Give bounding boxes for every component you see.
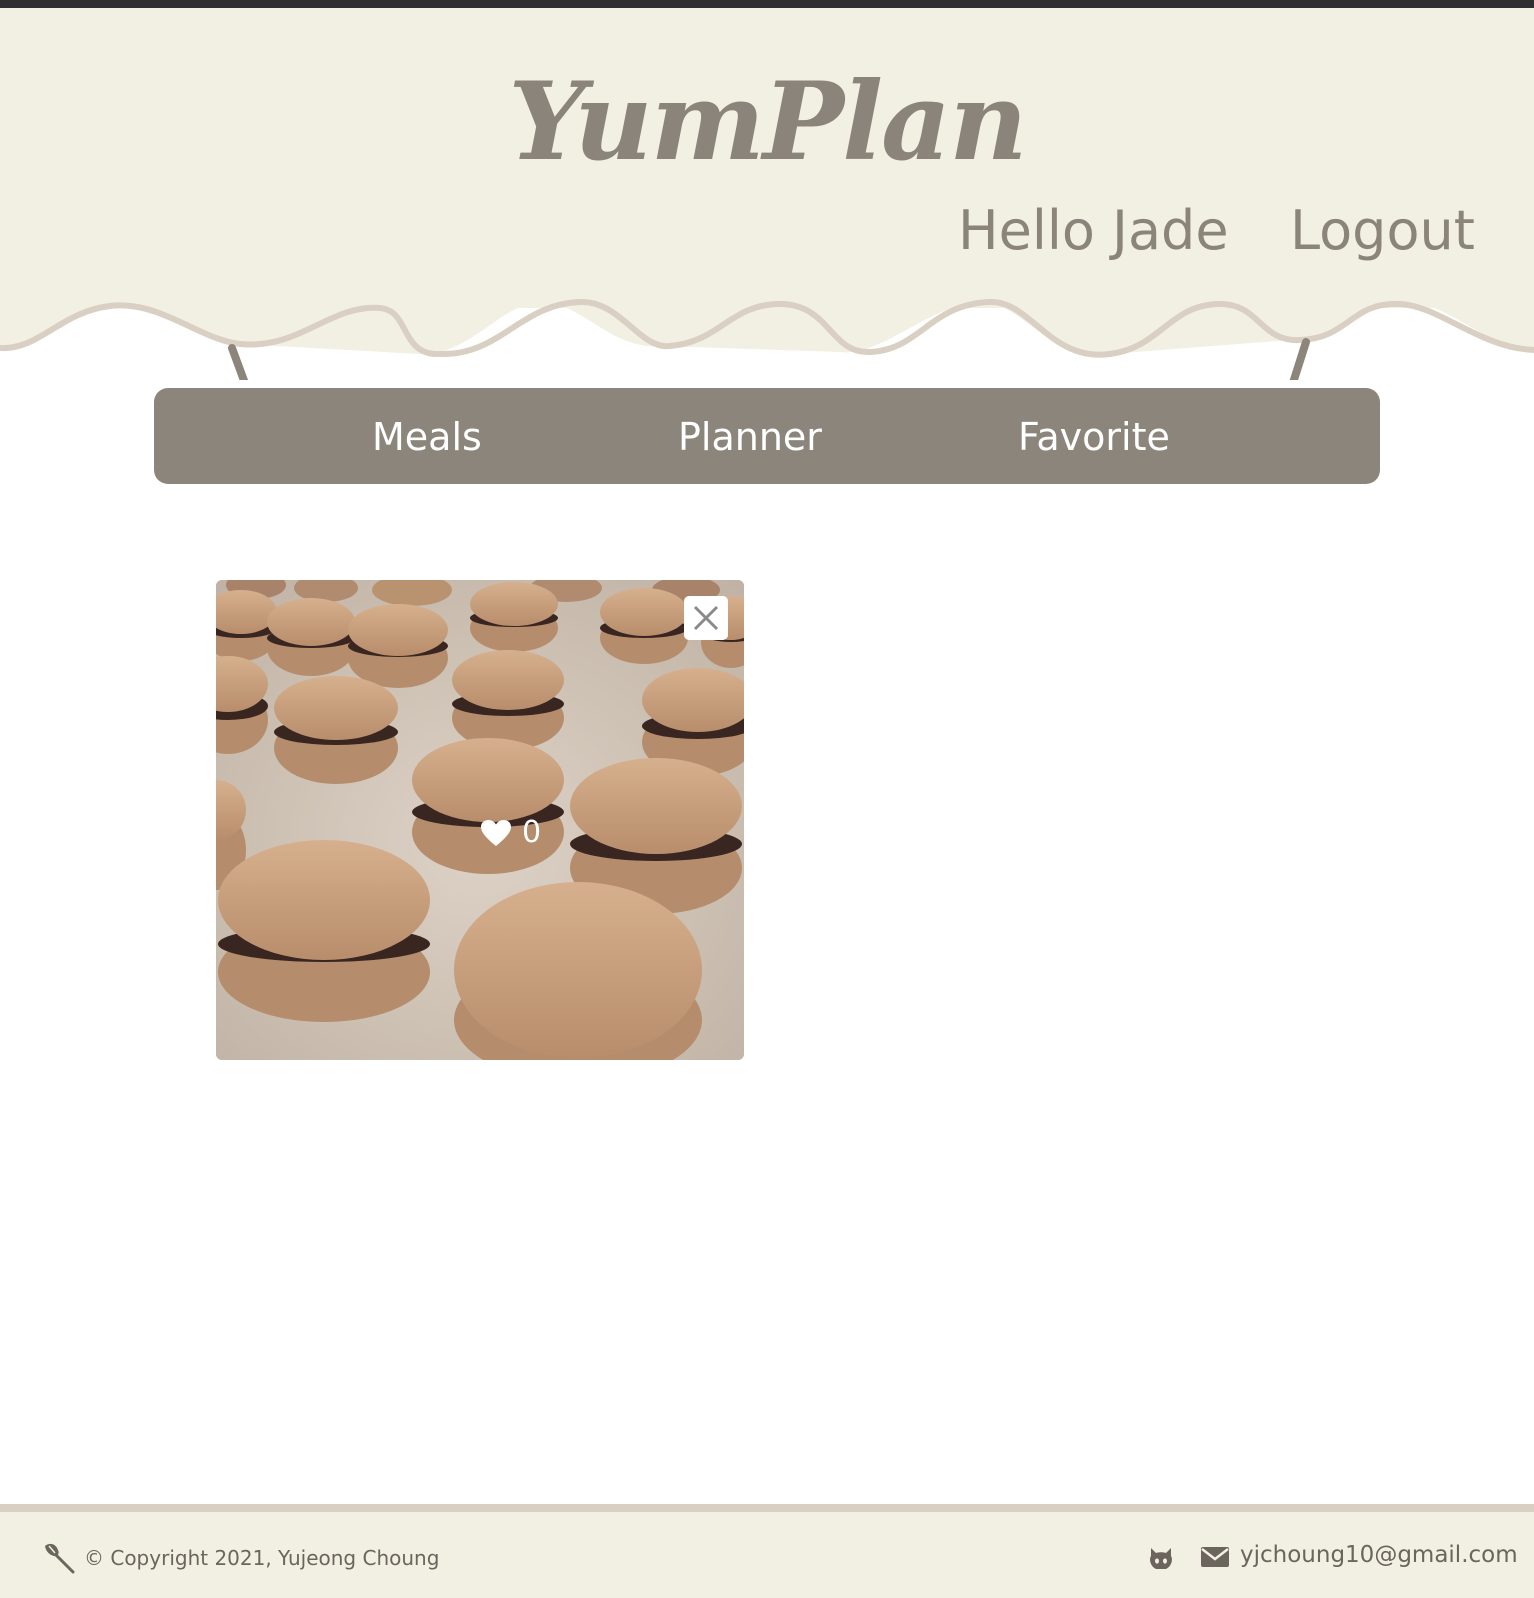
header-wave-border — [0, 290, 1534, 380]
user-greeting: Hello Jade — [958, 199, 1229, 262]
favorite-meal-card[interactable]: 0 — [216, 580, 744, 1060]
mail-icon[interactable] — [1200, 1546, 1230, 1568]
close-icon — [693, 605, 719, 631]
nav-item-planner[interactable]: Planner — [678, 418, 822, 456]
site-footer: © Copyright 2021, Yujeong Choung yjchoun… — [0, 1512, 1534, 1598]
like-count: 0 — [522, 815, 542, 850]
logout-link[interactable]: Logout — [1290, 204, 1475, 258]
footer-divider — [0, 1504, 1534, 1512]
site-logo[interactable]: YumPlan — [0, 68, 1534, 176]
site-header: YumPlan Hello Jade Logout — [0, 8, 1534, 308]
copyright-text: © Copyright 2021, Yujeong Choung — [84, 1546, 440, 1570]
remove-favorite-button[interactable] — [684, 596, 728, 640]
whisk-icon — [45, 1543, 75, 1574]
main-nav: Meals Planner Favorite — [154, 388, 1380, 484]
like-counter: 0 — [480, 818, 541, 848]
contact-email-link[interactable]: yjchoung10@gmail.com — [1240, 1544, 1518, 1567]
nav-item-favorite[interactable]: Favorite — [1018, 418, 1170, 456]
nav-item-meals[interactable]: Meals — [372, 418, 482, 456]
window-top-strip — [0, 0, 1534, 8]
heart-icon[interactable] — [480, 819, 512, 847]
github-icon[interactable] — [1146, 1542, 1176, 1572]
